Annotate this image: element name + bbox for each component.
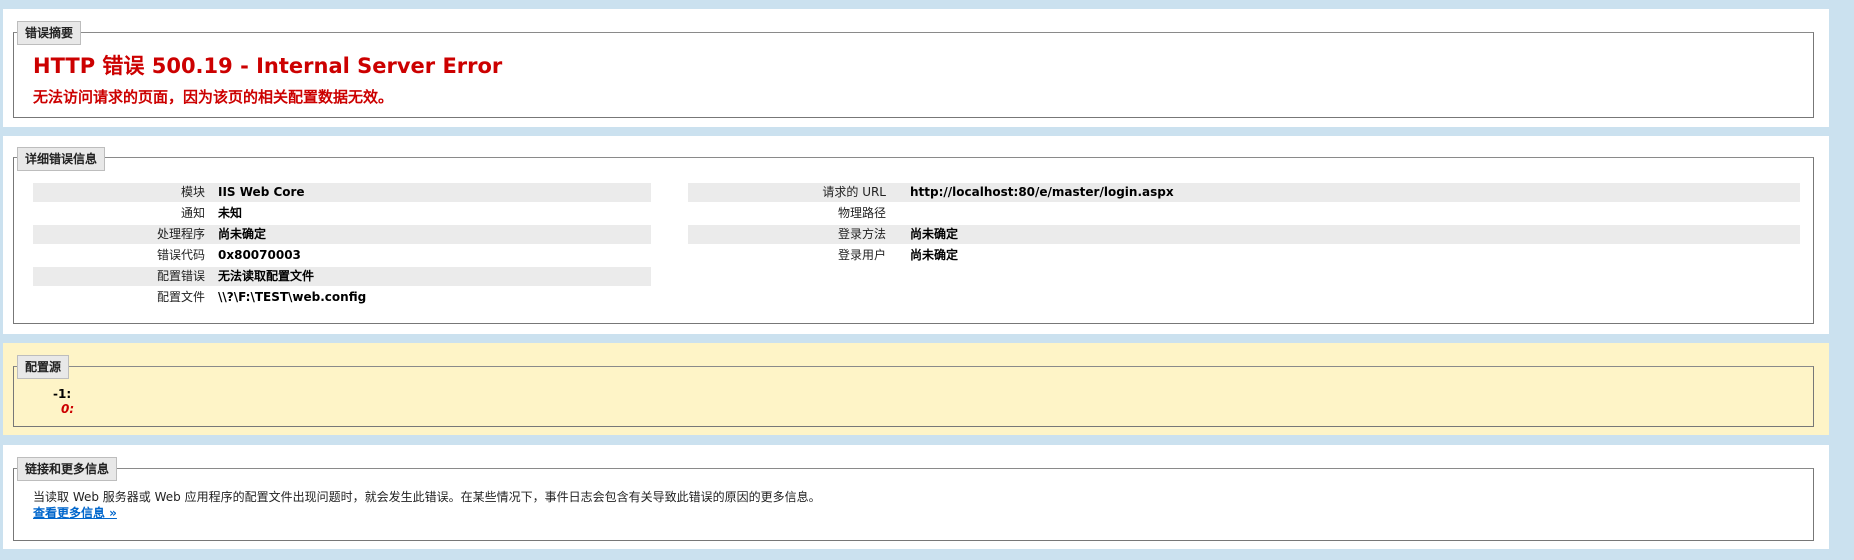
error-title: HTTP 错误 500.19 - Internal Server Error: [33, 54, 503, 78]
detail-label: 模块: [180, 185, 205, 199]
config-source-line-1: -1:: [53, 387, 72, 401]
detail-row-request-url: 请求的 URL http://localhost:80/e/master/log…: [688, 183, 1800, 202]
config-source-line-2: 0:: [61, 402, 75, 416]
detail-label: 配置错误: [156, 269, 205, 283]
detail-value: 尚未确定: [218, 227, 267, 241]
detail-value: \\?\F:\TEST\web.config: [218, 290, 367, 304]
detail-row-config-error: 配置错误 无法读取配置文件: [33, 267, 651, 286]
detail-value: 0x80070003: [218, 248, 301, 262]
detail-row-logon-method: 登录方法 尚未确定: [688, 225, 1800, 244]
config-source-fieldset: [13, 366, 1814, 427]
more-info-text: 当读取 Web 服务器或 Web 应用程序的配置文件出现问题时，就会发生此错误。…: [33, 490, 821, 504]
more-info-legend: 链接和更多信息: [17, 457, 118, 481]
detail-row-handler: 处理程序 尚未确定: [33, 225, 651, 244]
summary-legend: 错误摘要: [17, 21, 82, 45]
details-legend: 详细错误信息: [17, 147, 106, 171]
detail-value: IIS Web Core: [218, 185, 305, 199]
detail-row-config-file: 配置文件 \\?\F:\TEST\web.config: [33, 288, 651, 307]
detail-label: 通知: [180, 206, 205, 220]
view-more-info-link[interactable]: 查看更多信息 »: [33, 504, 117, 521]
detail-label: 处理程序: [156, 227, 205, 241]
detail-row-module: 模块 IIS Web Core: [33, 183, 651, 202]
detail-label: 请求的 URL: [822, 185, 886, 199]
detail-value: 无法读取配置文件: [218, 269, 315, 283]
detail-row-logon-user: 登录用户 尚未确定: [688, 246, 1800, 265]
error-page: { "summary": { "legend": "错误摘要", "title"…: [0, 0, 1854, 560]
detail-label: 登录方法: [837, 227, 886, 241]
detail-value: 尚未确定: [910, 227, 959, 241]
detail-row-physical-path: 物理路径: [688, 204, 1800, 223]
config-source-legend: 配置源: [17, 355, 70, 379]
detail-row-error-code: 错误代码 0x80070003: [33, 246, 651, 265]
detail-value: 未知: [218, 206, 243, 220]
detail-label: 登录用户: [837, 248, 886, 262]
top-strip: [0, 0, 1854, 4]
error-subtitle: 无法访问请求的页面，因为该页的相关配置数据无效。: [33, 88, 394, 106]
detail-value: 尚未确定: [910, 248, 959, 262]
detail-value: http://localhost:80/e/master/login.aspx: [910, 185, 1174, 199]
detail-label: 配置文件: [156, 290, 205, 304]
detail-row-notification: 通知 未知: [33, 204, 651, 223]
detail-label: 物理路径: [837, 206, 886, 220]
detail-label: 错误代码: [156, 248, 205, 262]
